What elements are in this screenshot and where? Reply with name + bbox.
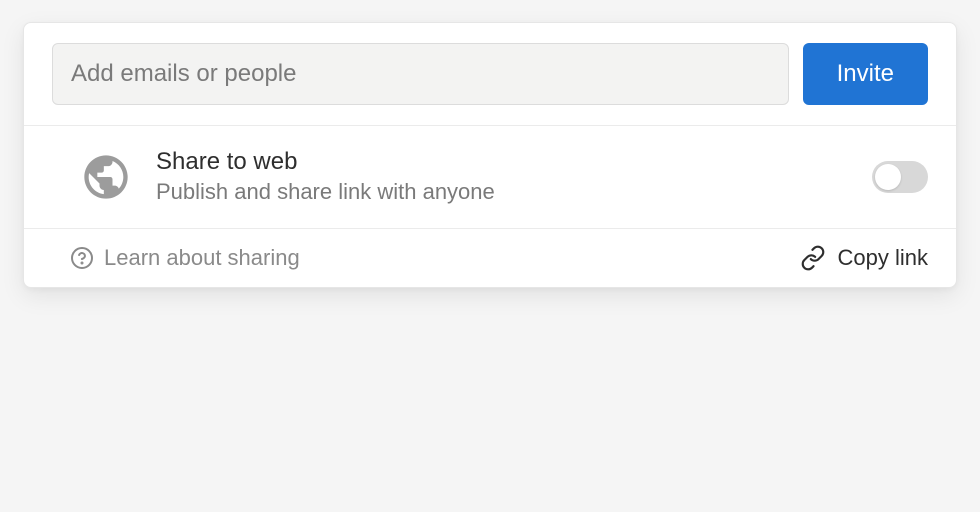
copy-link-label: Copy link bbox=[838, 245, 928, 271]
share-to-web-section: Share to web Publish and share link with… bbox=[24, 126, 956, 229]
globe-icon bbox=[80, 151, 132, 203]
learn-about-sharing-link[interactable]: Learn about sharing bbox=[70, 245, 300, 271]
copy-link-button[interactable]: Copy link bbox=[800, 245, 928, 271]
share-to-web-title: Share to web bbox=[156, 146, 848, 177]
invite-section: Invite bbox=[24, 23, 956, 126]
invite-button[interactable]: Invite bbox=[803, 43, 928, 105]
link-icon bbox=[800, 245, 826, 271]
toggle-knob bbox=[875, 164, 901, 190]
email-input[interactable] bbox=[52, 43, 789, 105]
help-icon bbox=[70, 246, 94, 270]
share-to-web-text: Share to web Publish and share link with… bbox=[156, 146, 848, 208]
footer-section: Learn about sharing Copy link bbox=[24, 229, 956, 287]
learn-label: Learn about sharing bbox=[104, 245, 300, 271]
share-to-web-subtitle: Publish and share link with anyone bbox=[156, 177, 848, 208]
share-dialog: Invite Share to web Publish and share li… bbox=[23, 22, 957, 288]
share-to-web-toggle[interactable] bbox=[872, 161, 928, 193]
